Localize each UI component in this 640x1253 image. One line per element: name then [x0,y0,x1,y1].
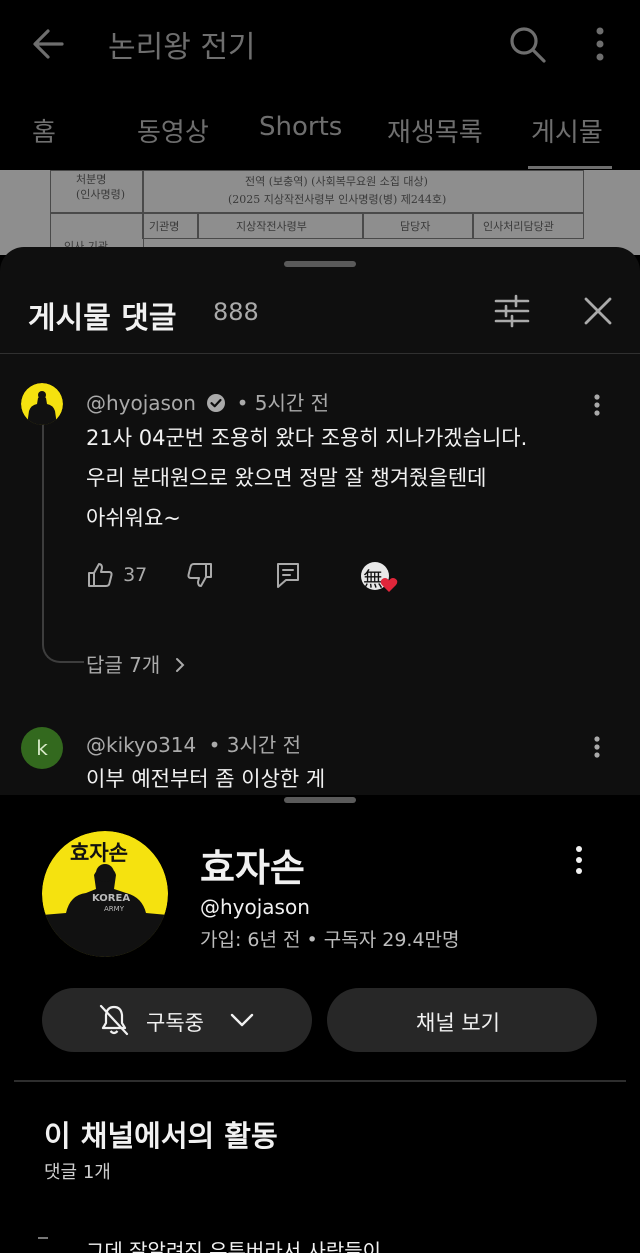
channel-avatar-text: 효자손 [70,841,128,865]
doc-row1-sub: (2025 지상작전사령부 인사명령(병) 제244호) [228,193,447,206]
channel-avatar-shirt-sub: ARMY [104,905,124,913]
back-button[interactable] [28,24,72,64]
tab-playlists[interactable]: 재생목록 [387,112,483,149]
comment-1-header: @hyojason • 5시간 전 [86,387,329,416]
comments-count: 888 [213,298,259,326]
close-icon [584,297,612,325]
filter-icon [494,294,530,328]
reply-button[interactable] [274,561,302,593]
activity-title: 이 채널에서의 활동 [44,1119,278,1153]
panel-drag-handle[interactable] [284,797,356,803]
more-vert-icon [594,736,600,758]
thumb-up-icon [88,563,113,587]
channel-name: 효자손 [200,846,305,890]
sheet-divider [0,353,640,354]
tab-home[interactable]: 홈 [32,112,56,149]
comment-2-header: @kikyo314 • 3시간 전 [86,729,301,758]
comment-2-more-button[interactable] [586,735,608,759]
more-vert-icon [576,846,582,874]
tab-posts[interactable]: 게시물 [531,112,603,149]
comments-title: 게시물 댓글 [28,301,177,336]
comment-avatar-hyojason[interactable] [21,383,63,425]
comment-1-line-3: 아쉬워요~ [86,506,181,530]
sheet-drag-handle[interactable] [284,261,356,267]
like-count: 37 [123,564,148,586]
more-vert-icon [594,394,600,416]
more-options-button[interactable] [586,24,614,64]
subscribed-button[interactable]: 구독중 [42,988,312,1052]
channel-title: 논리왕 전기 [108,30,256,65]
avatar-letter: k [36,736,48,760]
chevron-down-icon [230,1013,254,1027]
replies-count: 답글 7개 [86,653,161,677]
comment-2-author[interactable]: @kikyo314 [86,733,196,757]
view-channel-label: 채널 보기 [416,1011,500,1035]
view-channel-button[interactable]: 채널 보기 [327,988,597,1052]
back-arrow-icon [33,29,64,59]
like-button[interactable]: 37 [86,561,147,593]
subscribed-label: 구독중 [146,1011,204,1035]
close-sheet-button[interactable] [578,291,618,331]
active-tab-indicator [528,166,612,169]
tab-shorts[interactable]: Shorts [259,112,342,142]
reply-thread-line [42,413,84,663]
channel-handle: @hyojason [200,895,310,919]
channel-stats: 가입: 6년 전 • 구독자 29.4만명 [200,929,460,951]
doc-col2: 지상작전사령부 [236,220,307,233]
chevron-right-icon [176,658,185,672]
view-replies-link[interactable]: 답글 7개 [86,649,187,678]
verified-icon [207,394,226,412]
comment-2-time: • 3시간 전 [208,733,302,757]
channel-header: 논리왕 전기 홈 동영상 Shorts 재생목록 게시물 [0,0,640,170]
heart-icon [380,578,398,592]
doc-col3: 담당자 [400,220,431,233]
comment-1-author[interactable]: @hyojason [86,391,196,415]
search-button[interactable] [505,22,549,66]
comment-2-preview: 이부 예전부터 좀 이상한 게 [86,767,326,791]
comment-1-body: 21사 04군번 조용히 왔다 조용히 지나가겠습니다. 우리 분대원으로 왔으… [86,418,527,538]
comment-1-more-button[interactable] [586,393,608,417]
reply-icon [277,563,299,588]
channel-avatar[interactable]: 효자손 KOREA ARMY [42,831,168,957]
comment-1-time: • 5시간 전 [236,391,330,415]
tab-videos[interactable]: 동영상 [137,112,209,149]
comment-1-line-1: 21사 04군번 조용히 왔다 조용히 지나가겠습니다. [86,426,528,450]
search-icon [510,27,546,63]
doc-row1-label: 처분명 (인사명령) [76,173,126,201]
channel-avatar-shirt: KOREA [92,893,131,904]
panel-divider [14,1080,626,1082]
creator-heart-badge: 無 [360,561,400,595]
activity-comment-preview[interactable]: 그데 잘알려진 유튜버라서 사람들이 [86,1235,381,1253]
comment-1-line-2: 우리 분대원으로 왔으면 정말 잘 챙겨줬을텐데 [86,466,487,490]
thumb-down-icon [187,563,212,587]
activity-avatar-edge [38,1237,48,1239]
more-vert-icon [596,27,604,61]
avatar-image [21,383,63,425]
channel-more-button[interactable] [568,843,590,877]
doc-col4: 인사처리담당관 [483,220,554,233]
bell-off-icon [99,1004,129,1036]
dislike-button[interactable] [186,561,214,593]
doc-col1: 기관명 [149,220,180,233]
channel-info-panel: 효자손 KOREA ARMY 효자손 @hyojason 가입: 6년 전 • … [0,795,640,1253]
post-image-document: 처분명 (인사명령) 전역 (보충역) (사회복무요원 소집 대상) (2025… [0,170,640,255]
activity-count: 댓글 1개 [44,1162,111,1183]
doc-row1-text: 전역 (보충역) (사회복무요원 소집 대상) [245,175,428,188]
filter-button[interactable] [490,291,534,331]
comment-avatar-kikyo314[interactable]: k [21,727,63,769]
comments-sheet: 게시물 댓글 888 @hyojason • 5시간 전 21사 04군번 조용… [0,247,640,807]
